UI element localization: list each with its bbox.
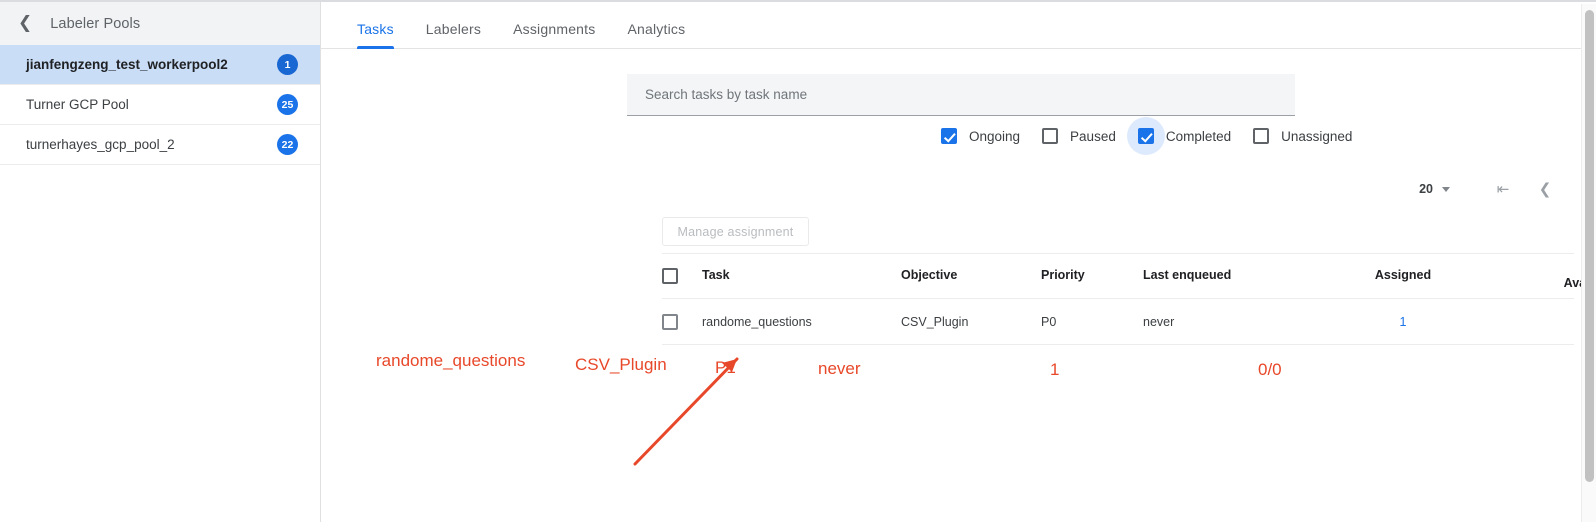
table-header-row: Task Objective Priority Last enqueued As… <box>662 253 1596 299</box>
pool-list: jianfengzeng_test_workerpool2 1 Turner G… <box>0 45 320 165</box>
previous-page-icon[interactable]: ❮ <box>1530 180 1560 198</box>
cell-last-enqueued: never <box>1143 314 1175 329</box>
chevron-down-icon <box>1442 186 1450 192</box>
row-select-cell <box>662 313 702 330</box>
sidebar-item-turner-gcp-pool[interactable]: Turner GCP Pool 25 <box>0 85 320 125</box>
tasks-table: Task Objective Priority Last enqueued As… <box>662 253 1596 345</box>
search-input[interactable] <box>643 86 1279 103</box>
checkbox-completed[interactable] <box>1137 128 1154 144</box>
cell-questions: 0/0 <box>1488 315 1596 329</box>
filter-completed[interactable]: Completed <box>1126 117 1232 155</box>
sidebar-item-turnerhayes-gcp-pool-2[interactable]: turnerhayes_gcp_pool_2 22 <box>0 125 320 165</box>
pool-count-badge: 1 <box>277 54 298 75</box>
column-header-priority[interactable]: Priority <box>1041 268 1143 284</box>
cell-priority: P0 <box>1041 314 1057 329</box>
cell-assigned: 1 <box>1318 315 1488 329</box>
checkbox-ongoing[interactable] <box>941 128 957 144</box>
sidebar-header: ❮ Labeler Pools <box>0 2 320 45</box>
table-row[interactable]: randome_questions CSV_Plugin P0 never 1 … <box>662 299 1574 345</box>
column-header-questions[interactable]: Questions Available/Enqueued <box>1488 260 1596 291</box>
tab-tasks[interactable]: Tasks <box>338 21 410 49</box>
tab-labelers[interactable]: Labelers <box>410 21 497 48</box>
assigned-link[interactable]: 1 <box>1400 315 1407 329</box>
column-header-assigned[interactable]: Assigned <box>1318 268 1488 284</box>
pool-count-badge: 25 <box>277 94 298 115</box>
questions-header-line1: Questions <box>1488 260 1596 276</box>
checkbox-paused[interactable] <box>1042 128 1059 144</box>
column-header-last-enqueued[interactable]: Last enqueued <box>1143 268 1318 284</box>
column-header-task[interactable]: Task <box>702 268 901 284</box>
status-filters: Ongoing Paused Completed Unassigned <box>941 117 1374 155</box>
tab-analytics[interactable]: Analytics <box>611 21 701 48</box>
cell-task: randome_questions <box>702 314 812 329</box>
filter-label-completed: Completed <box>1165 128 1232 144</box>
tab-bar: Tasks Labelers Assignments Analytics <box>321 2 1596 49</box>
scrollbar-thumb[interactable] <box>1585 10 1594 482</box>
filter-label-ongoing: Ongoing <box>969 128 1021 144</box>
labeler-pools-sidebar: ❮ Labeler Pools jianfengzeng_test_worker… <box>0 2 321 522</box>
manage-assignment-button[interactable]: Manage assignment <box>662 217 809 246</box>
page-size-selector[interactable]: 20 <box>1419 182 1450 196</box>
pool-count-badge: 22 <box>277 134 298 155</box>
sidebar-title: Labeler Pools <box>50 15 141 32</box>
search-field[interactable] <box>627 74 1295 116</box>
tab-assignments[interactable]: Assignments <box>497 21 611 48</box>
page-size-value: 20 <box>1419 182 1433 196</box>
column-header-objective[interactable]: Objective <box>901 268 1041 284</box>
pool-name: Turner GCP Pool <box>26 97 129 112</box>
pool-name: turnerhayes_gcp_pool_2 <box>26 137 175 152</box>
search-container <box>627 74 1295 116</box>
checkbox-row-select[interactable] <box>662 313 678 330</box>
main-panel: Tasks Labelers Assignments Analytics Ong… <box>321 2 1596 522</box>
checkbox-unassigned[interactable] <box>1253 128 1270 144</box>
filter-unassigned[interactable]: Unassigned <box>1253 128 1352 144</box>
cell-objective: CSV_Plugin <box>901 314 969 329</box>
filter-label-paused: Paused <box>1070 128 1116 144</box>
checkbox-select-all[interactable] <box>662 268 678 284</box>
questions-header-line2: Available/Enqueued <box>1563 276 1596 290</box>
select-all-cell <box>662 268 702 284</box>
paginator: 20 ⇤ ❮ <box>1419 180 1560 198</box>
pool-name: jianfengzeng_test_workerpool2 <box>26 57 228 72</box>
chevron-left-icon[interactable]: ❮ <box>18 15 32 32</box>
first-page-icon[interactable]: ⇤ <box>1488 180 1518 198</box>
app-root: ❮ Labeler Pools jianfengzeng_test_worker… <box>0 0 1596 522</box>
filter-paused[interactable]: Paused <box>1042 128 1116 144</box>
filter-label-unassigned: Unassigned <box>1281 128 1353 144</box>
filter-ongoing[interactable]: Ongoing <box>941 128 1020 144</box>
vertical-scrollbar[interactable] <box>1581 4 1596 522</box>
sidebar-item-jianfengzeng-test-workerpool2[interactable]: jianfengzeng_test_workerpool2 1 <box>0 45 320 85</box>
